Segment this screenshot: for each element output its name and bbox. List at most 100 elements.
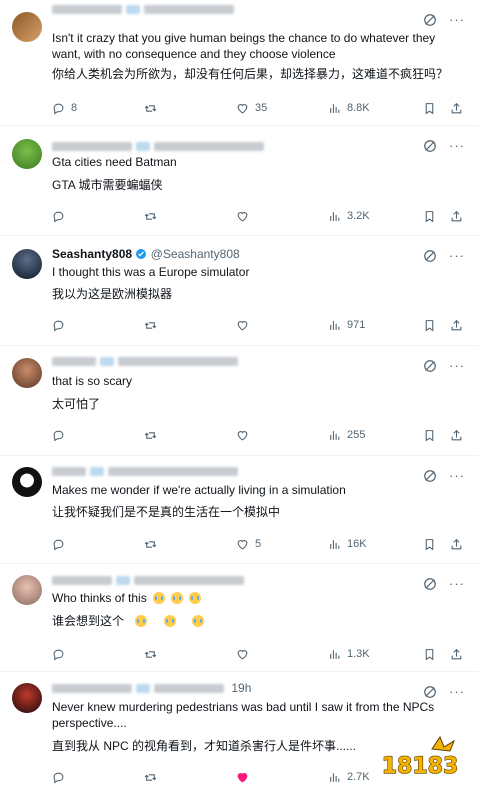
more-options-icon[interactable]: ···: [449, 577, 465, 591]
share-button[interactable]: [450, 208, 463, 224]
tweet-text-en: Isn't it crazy that you give human being…: [52, 31, 436, 61]
avatar[interactable]: [12, 575, 42, 605]
crying-face-icon: [135, 615, 148, 627]
bookmark-button[interactable]: [423, 536, 436, 552]
reply-button[interactable]: [52, 769, 71, 785]
more-options-icon[interactable]: ···: [449, 469, 465, 483]
reply-button[interactable]: [52, 646, 71, 662]
heart-icon: [237, 772, 248, 782]
repost-icon: [144, 773, 157, 781]
grok-icon[interactable]: [423, 577, 437, 591]
repost-button[interactable]: [144, 646, 163, 662]
tweet-actions: 5 16K: [48, 536, 471, 552]
share-button[interactable]: [450, 646, 463, 662]
bookmark-icon: [425, 319, 434, 331]
tweet-text-en: Who thinks of this: [52, 590, 465, 606]
reply-tweet[interactable]: ··· Makes me wonder if we're actually li…: [0, 456, 479, 564]
repost-button[interactable]: [144, 100, 163, 116]
repost-icon: [144, 540, 157, 548]
reply-tweet[interactable]: Seashanty808 @Seashanty808 ··· I thought…: [0, 236, 479, 346]
watermark-logo: 18183: [381, 735, 459, 780]
reply-button[interactable]: [52, 536, 71, 552]
views-icon: [330, 320, 340, 330]
display-name[interactable]: Seashanty808: [52, 247, 132, 261]
tweet-text-zh: 太可怕了: [52, 397, 101, 411]
tweet-text-en: that is so scary: [52, 374, 133, 388]
reply-icon: [53, 649, 64, 660]
repost-button[interactable]: [144, 769, 163, 785]
grok-icon[interactable]: [423, 359, 437, 373]
like-button[interactable]: 35: [236, 100, 267, 116]
more-options-icon[interactable]: ···: [449, 685, 465, 699]
avatar[interactable]: [12, 683, 42, 713]
avatar[interactable]: [12, 12, 42, 42]
timestamp[interactable]: 19h: [231, 681, 251, 695]
grok-icon[interactable]: [423, 13, 437, 27]
like-button[interactable]: [236, 317, 255, 333]
grok-icon[interactable]: [423, 469, 437, 483]
views-icon: [330, 103, 340, 113]
like-button[interactable]: 5: [236, 536, 261, 552]
tweet-header: [52, 573, 248, 589]
views-button[interactable]: 971: [328, 317, 365, 333]
like-button[interactable]: [236, 427, 255, 443]
bookmark-button[interactable]: [423, 317, 436, 333]
more-options-icon[interactable]: ···: [449, 249, 465, 263]
bookmark-button[interactable]: [423, 646, 436, 662]
tweet-text-zh: 我以为这是欧洲模拟器: [52, 287, 173, 301]
repost-button[interactable]: [144, 536, 163, 552]
avatar[interactable]: [12, 249, 42, 279]
repost-button[interactable]: [144, 427, 163, 443]
grok-icon[interactable]: [423, 139, 437, 153]
reply-button[interactable]: [52, 427, 71, 443]
grok-icon[interactable]: [423, 685, 437, 699]
views-icon: [330, 539, 340, 549]
like-button[interactable]: [236, 208, 255, 224]
reply-feed: ··· Isn't it crazy that you give human b…: [0, 0, 479, 793]
reply-count: 8: [71, 102, 78, 114]
views-icon: [330, 649, 340, 659]
repost-button[interactable]: [144, 208, 163, 224]
like-button[interactable]: [236, 769, 255, 785]
tweet-text-en: Never knew murdering pedestrians was bad…: [52, 700, 435, 730]
views-button[interactable]: 3.2K: [328, 208, 370, 224]
bookmark-button[interactable]: [423, 208, 436, 224]
reply-tweet[interactable]: ··· Gta cities need Batman GTA 城市需要蝙蝠侠 3…: [0, 126, 479, 236]
share-button[interactable]: [450, 536, 463, 552]
tweet-actions: 8 35 8.8K: [48, 100, 471, 116]
share-icon: [451, 538, 462, 549]
views-count: 3.2K: [347, 210, 370, 222]
handle[interactable]: @Seashanty808: [151, 247, 240, 261]
tweet-header: Seashanty808 @Seashanty808: [52, 247, 240, 263]
verified-badge-icon: [136, 249, 147, 259]
views-button[interactable]: 8.8K: [328, 100, 370, 116]
avatar[interactable]: [12, 467, 42, 497]
heart-icon: [237, 539, 248, 549]
bookmark-button[interactable]: [423, 100, 436, 116]
views-count: 2.7K: [347, 771, 370, 783]
reply-tweet[interactable]: ··· Isn't it crazy that you give human b…: [0, 0, 479, 126]
repost-button[interactable]: [144, 317, 163, 333]
grok-icon[interactable]: [423, 249, 437, 263]
views-button[interactable]: 2.7K: [328, 769, 370, 785]
share-button[interactable]: [450, 317, 463, 333]
share-button[interactable]: [450, 427, 463, 443]
more-options-icon[interactable]: ···: [449, 359, 465, 373]
like-button[interactable]: [236, 646, 255, 662]
more-options-icon[interactable]: ···: [449, 13, 465, 27]
reply-tweet[interactable]: ··· that is so scary 太可怕了 255: [0, 346, 479, 456]
views-button[interactable]: 1.3K: [328, 646, 370, 662]
share-icon: [451, 210, 462, 221]
bookmark-button[interactable]: [423, 427, 436, 443]
reply-button[interactable]: 8: [52, 100, 77, 116]
avatar[interactable]: [12, 358, 42, 388]
avatar[interactable]: [12, 139, 42, 169]
views-button[interactable]: 255: [328, 427, 365, 443]
reply-tweet[interactable]: ··· Who thinks of this 谁会想到这个 1.3K: [0, 564, 479, 672]
views-button[interactable]: 16K: [328, 536, 367, 552]
share-icon: [451, 102, 462, 113]
reply-button[interactable]: [52, 208, 71, 224]
more-options-icon[interactable]: ···: [449, 139, 465, 153]
reply-button[interactable]: [52, 317, 71, 333]
share-button[interactable]: [450, 100, 463, 116]
